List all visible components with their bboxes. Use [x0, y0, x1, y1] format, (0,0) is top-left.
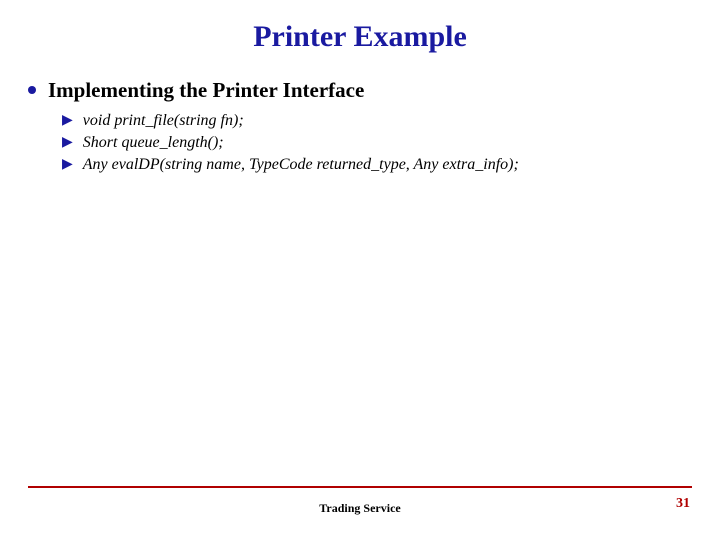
bullet-dot-icon	[28, 86, 36, 94]
footer-divider	[28, 486, 692, 488]
content-area: Implementing the Printer Interface ▶ voi…	[28, 78, 692, 177]
list-item-text: Short queue_length();	[83, 133, 224, 153]
list-item: ▶ void print_file(string fn);	[62, 111, 692, 131]
arrow-icon: ▶	[62, 133, 73, 153]
bullet-row: Implementing the Printer Interface	[28, 78, 692, 103]
arrow-icon: ▶	[62, 111, 73, 131]
slide-title: Printer Example	[0, 20, 720, 54]
section-heading: Implementing the Printer Interface	[48, 78, 364, 103]
arrow-icon: ▶	[62, 155, 73, 175]
list-item: ▶ Short queue_length();	[62, 133, 692, 153]
sub-list: ▶ void print_file(string fn); ▶ Short qu…	[62, 111, 692, 175]
list-item: ▶ Any evalDP(string name, TypeCode retur…	[62, 155, 692, 175]
list-item-text: void print_file(string fn);	[83, 111, 244, 131]
footer-label: Trading Service	[0, 501, 720, 516]
slide: Printer Example Implementing the Printer…	[0, 0, 720, 540]
list-item-text: Any evalDP(string name, TypeCode returne…	[83, 155, 519, 175]
page-number: 31	[676, 496, 690, 512]
